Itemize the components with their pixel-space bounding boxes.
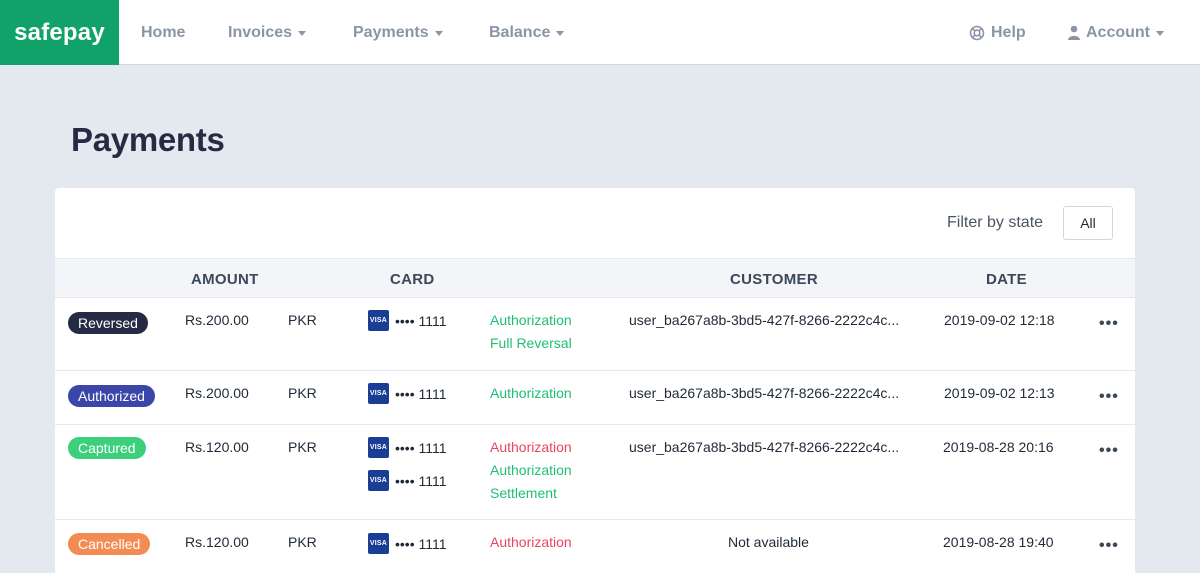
- payment-date: 2019-09-02 12:18: [944, 312, 1055, 328]
- chevron-down-icon: [298, 31, 307, 36]
- lifebuoy-icon: [969, 25, 985, 41]
- event-label: Settlement: [490, 485, 557, 501]
- header-date[interactable]: DATE: [986, 271, 1027, 288]
- nav-invoices-label: Invoices: [228, 23, 293, 41]
- event-label: Authorization: [490, 385, 572, 401]
- card-number: •••• 1111: [395, 385, 447, 402]
- card-info: VISA •••• 1111: [368, 383, 447, 404]
- table-row[interactable]: Authorized Rs.200.00 PKR VISA •••• 1111 …: [55, 371, 1135, 425]
- currency: PKR: [288, 439, 317, 455]
- status-badge-authorized: Authorized: [68, 385, 155, 407]
- visa-card-icon: VISA: [368, 533, 389, 554]
- header-amount[interactable]: AMOUNT: [191, 271, 259, 288]
- amount: Rs.200.00: [185, 312, 249, 328]
- amount: Rs.120.00: [185, 439, 249, 455]
- customer-id: Not available: [728, 534, 809, 550]
- currency: PKR: [288, 385, 317, 401]
- visa-card-icon: VISA: [368, 437, 389, 458]
- event-label: Authorization: [490, 312, 572, 328]
- card-number: •••• 1111: [395, 535, 447, 552]
- card-info: VISA •••• 1111: [368, 470, 447, 491]
- event-label: Full Reversal: [490, 335, 572, 351]
- more-options-icon[interactable]: •••: [1099, 315, 1119, 333]
- nav-account[interactable]: Account: [1068, 0, 1164, 65]
- table-header: AMOUNT CARD CUSTOMER DATE: [55, 258, 1135, 298]
- nav-help[interactable]: Help: [969, 0, 1026, 65]
- nav-balance-label: Balance: [489, 23, 551, 41]
- visa-card-icon: VISA: [368, 470, 389, 491]
- nav-account-label: Account: [1086, 23, 1150, 41]
- chevron-down-icon: [434, 31, 443, 36]
- more-options-icon[interactable]: •••: [1099, 388, 1119, 406]
- payments-table-card: Filter by state All AMOUNT CARD CUSTOMER…: [55, 188, 1135, 573]
- nav-payments[interactable]: Payments: [353, 0, 443, 65]
- nav-help-label: Help: [991, 23, 1026, 41]
- chevron-down-icon: [556, 31, 565, 36]
- nav-invoices[interactable]: Invoices: [228, 0, 307, 65]
- customer-id: user_ba267a8b-3bd5-427f-8266-2222c4c...: [629, 385, 900, 401]
- top-navigation: safepay Home Invoices Payments Balance H…: [0, 0, 1200, 65]
- header-card[interactable]: CARD: [390, 271, 435, 288]
- card-number: •••• 1111: [395, 472, 447, 489]
- event-label: Authorization: [490, 534, 572, 550]
- payment-date: 2019-09-02 12:13: [944, 385, 1055, 401]
- status-badge-cancelled: Cancelled: [68, 533, 151, 555]
- nav-balance[interactable]: Balance: [489, 0, 565, 65]
- currency: PKR: [288, 534, 317, 550]
- customer-id: user_ba267a8b-3bd5-427f-8266-2222c4c...: [629, 312, 900, 328]
- card-number: •••• 1111: [395, 439, 447, 456]
- nav-home[interactable]: Home: [141, 0, 185, 65]
- event-label: Authorization: [490, 439, 572, 455]
- nav-home-label: Home: [141, 23, 186, 41]
- currency: PKR: [288, 312, 317, 328]
- page-title: Payments: [71, 121, 225, 158]
- table-row[interactable]: Captured Rs.120.00 PKR VISA •••• 1111 VI…: [55, 425, 1135, 520]
- card-info: VISA •••• 1111: [368, 310, 447, 331]
- payment-date: 2019-08-28 19:40: [943, 534, 1054, 550]
- customer-id: user_ba267a8b-3bd5-427f-8266-2222c4c...: [629, 439, 900, 455]
- filter-bar: Filter by state All: [55, 188, 1135, 258]
- status-badge-captured: Captured: [68, 437, 146, 459]
- more-options-icon[interactable]: •••: [1099, 537, 1119, 555]
- chevron-down-icon: [1156, 31, 1164, 36]
- card-number: •••• 1111: [395, 312, 447, 329]
- table-row[interactable]: Cancelled Rs.120.00 PKR VISA •••• 1111 A…: [55, 520, 1135, 573]
- event-label: Authorization: [490, 462, 572, 478]
- safepay-logo[interactable]: safepay: [0, 0, 119, 65]
- logo-text: safepay: [14, 18, 105, 46]
- more-options-icon[interactable]: •••: [1099, 442, 1119, 460]
- amount: Rs.200.00: [185, 385, 249, 401]
- header-customer[interactable]: CUSTOMER: [730, 271, 818, 288]
- nav-payments-label: Payments: [353, 23, 429, 41]
- visa-card-icon: VISA: [368, 383, 389, 404]
- user-icon: [1068, 25, 1080, 40]
- card-info: VISA •••• 1111: [368, 533, 447, 554]
- amount: Rs.120.00: [185, 534, 249, 550]
- status-badge-reversed: Reversed: [68, 312, 148, 334]
- visa-card-icon: VISA: [368, 310, 389, 331]
- card-info: VISA •••• 1111: [368, 437, 447, 458]
- payment-date: 2019-08-28 20:16: [943, 439, 1054, 455]
- filter-state-button[interactable]: All: [1063, 206, 1113, 240]
- table-row[interactable]: Reversed Rs.200.00 PKR VISA •••• 1111 Au…: [55, 298, 1135, 371]
- filter-label: Filter by state: [947, 214, 1044, 231]
